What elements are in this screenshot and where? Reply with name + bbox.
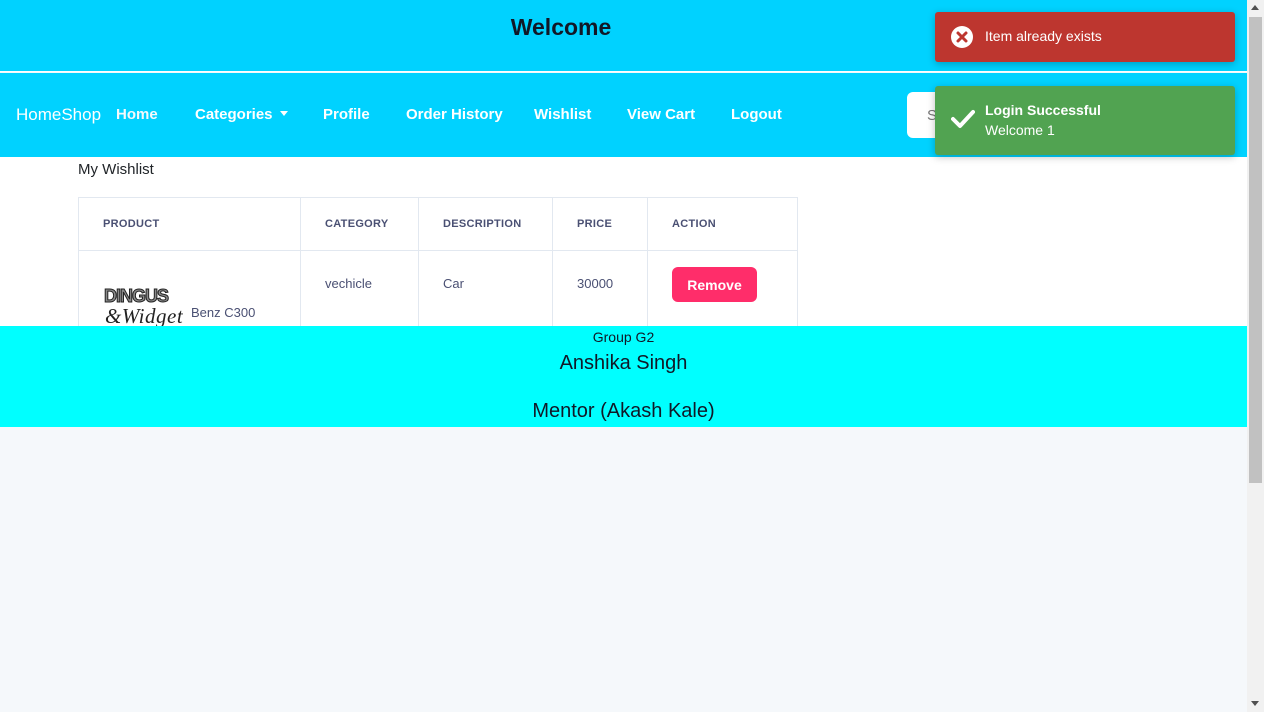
- description-cell: Car: [418, 250, 553, 329]
- table-row: DINGUS &Widget Benz C300 vechicle Car 30…: [78, 250, 798, 329]
- remove-button[interactable]: Remove: [672, 267, 757, 302]
- column-header-action: ACTION: [647, 197, 798, 251]
- nav-wishlist-label: Wishlist: [534, 106, 592, 123]
- product-cell: DINGUS &Widget Benz C300: [78, 250, 301, 329]
- footer-group: Group G2: [592, 329, 655, 345]
- nav-view-cart[interactable]: View Cart: [627, 106, 695, 123]
- error-toast[interactable]: Item already exists: [935, 12, 1235, 62]
- price-cell: 30000: [552, 250, 648, 329]
- error-circle-icon: [951, 26, 973, 53]
- column-header-product: PRODUCT: [78, 197, 301, 251]
- svg-text:&Widget: &Widget: [105, 304, 183, 328]
- column-header-price: PRICE: [552, 197, 648, 251]
- success-toast-message: Welcome 1: [985, 122, 1055, 138]
- nav-categories-label: Categories: [195, 106, 273, 123]
- nav-home[interactable]: Home: [116, 106, 158, 123]
- nav-logout-label: Logout: [731, 106, 782, 123]
- nav-profile[interactable]: Profile: [323, 106, 370, 123]
- wishlist-table: PRODUCT CATEGORY DESCRIPTION PRICE ACTIO…: [78, 197, 798, 329]
- scroll-up-arrow-icon[interactable]: [1251, 5, 1259, 10]
- scrollbar-thumb[interactable]: [1249, 17, 1262, 483]
- nav-wishlist[interactable]: Wishlist: [534, 106, 591, 123]
- product-logo-image: DINGUS &Widget: [103, 285, 184, 329]
- brand-link[interactable]: HomeShop: [16, 105, 101, 125]
- table-header-row: PRODUCT CATEGORY DESCRIPTION PRICE ACTIO…: [78, 197, 798, 251]
- product-wrapper: DINGUS &Widget Benz C300: [103, 276, 300, 329]
- footer-mentor: Mentor (Akash Kale): [532, 400, 715, 422]
- column-header-description: DESCRIPTION: [418, 197, 553, 251]
- checkmark-icon: [951, 108, 975, 135]
- wishlist-title: My Wishlist: [78, 161, 154, 178]
- vertical-scrollbar[interactable]: [1247, 0, 1264, 712]
- nav-order-history-label: Order History: [406, 106, 503, 123]
- svg-text:DINGUS: DINGUS: [104, 286, 169, 306]
- error-toast-message: Item already exists: [985, 28, 1102, 44]
- action-cell: Remove: [647, 250, 798, 329]
- column-header-category: CATEGORY: [300, 197, 419, 251]
- wishlist-section: My Wishlist PRODUCT CATEGORY DESCRIPTION…: [0, 157, 1247, 329]
- success-toast-title: Login Successful: [985, 102, 1101, 118]
- dingus-widget-logo: DINGUS &Widget: [104, 286, 184, 329]
- nav-categories-dropdown[interactable]: Categories: [195, 106, 288, 123]
- nav-logout[interactable]: Logout: [731, 106, 782, 123]
- success-toast[interactable]: Login Successful Welcome 1: [935, 86, 1235, 155]
- footer: Group G2 Anshika Singh Mentor (Akash Kal…: [0, 326, 1247, 427]
- nav-order-history[interactable]: Order History: [406, 106, 503, 123]
- category-cell: vechicle: [300, 250, 419, 329]
- chevron-down-icon: [279, 111, 288, 116]
- product-name: Benz C300: [191, 304, 256, 320]
- nav-profile-label: Profile: [323, 106, 370, 123]
- nav-home-label: Home: [116, 106, 158, 123]
- nav-view-cart-label: View Cart: [627, 106, 696, 123]
- scroll-down-arrow-icon[interactable]: [1251, 701, 1259, 706]
- footer-author: Anshika Singh: [559, 352, 688, 374]
